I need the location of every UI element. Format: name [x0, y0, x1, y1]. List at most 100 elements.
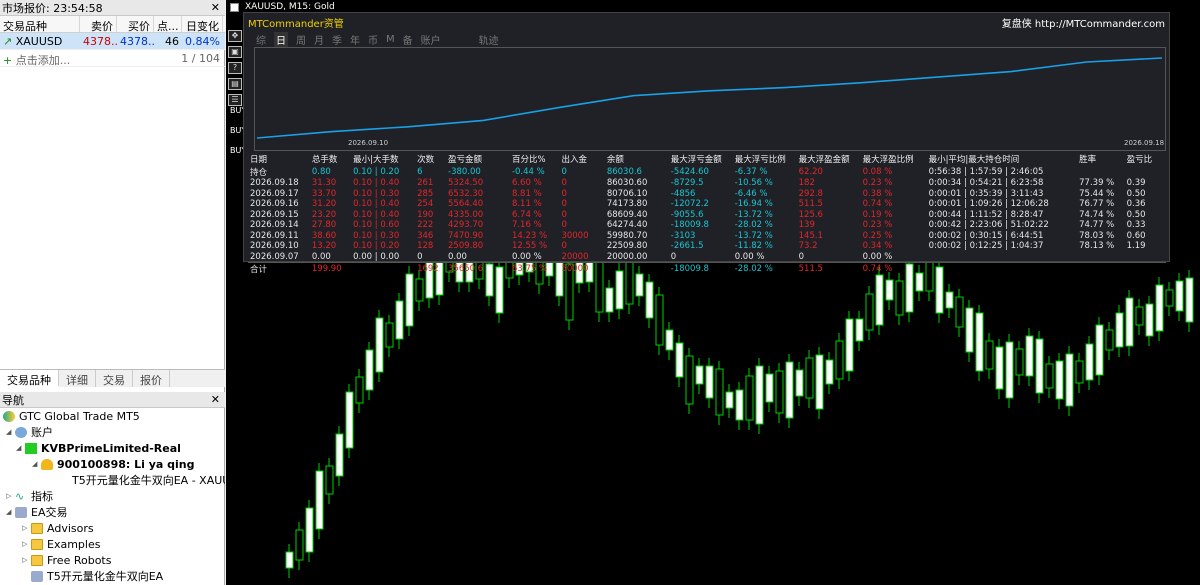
ask-value: 4378.... [120, 35, 154, 48]
expand-icon[interactable]: ▷ [22, 524, 31, 532]
expand-icon[interactable]: ▷ [6, 492, 15, 500]
candle-body [825, 359, 834, 385]
tree-indicators[interactable]: ▷ ∿ 指标 [0, 488, 225, 504]
stats-cell: 80706.10 [606, 188, 648, 199]
col-change[interactable]: 日变化 [182, 16, 223, 32]
stats-cell [1125, 252, 1166, 263]
panel-tab-1[interactable]: 日 [274, 31, 288, 47]
col-spread[interactable]: 点... [154, 16, 182, 32]
panel-tab-0[interactable]: 综 [256, 32, 266, 47]
stats-cell: 182 [798, 178, 815, 189]
stats-cell: 7470.90 [448, 230, 484, 241]
stats-cell: 0 [561, 167, 567, 177]
candle-body [815, 354, 824, 410]
stats-cell: 190 [417, 209, 434, 220]
tree-server[interactable]: ◢ KVBPrimeLimited-Real [0, 440, 225, 456]
stats-cell: 0:00:02 | 0:30:15 | 6:44:51 [928, 230, 1044, 241]
tree-folder-advisors[interactable]: ▷ Advisors [0, 520, 225, 536]
stats-cell: 20000.00 [606, 251, 648, 262]
table-tool-icon[interactable]: ▤ [228, 78, 242, 90]
collapse-icon[interactable]: ◢ [6, 428, 15, 436]
panel-tab-5[interactable]: 年 [350, 32, 360, 47]
candle-body [865, 293, 874, 331]
col-ask[interactable]: 买价 [117, 16, 154, 32]
tree-running-ea[interactable]: T5开元量化金牛双向EA - XAUU [0, 472, 225, 488]
panel-tab-7[interactable]: M [386, 34, 395, 45]
candle-body [655, 294, 664, 346]
col-bid[interactable]: 卖价 [80, 16, 117, 32]
expand-icon[interactable]: ▷ [22, 556, 31, 564]
stats-row: 2026.09.17 33.70 0.10 | 0.30 285 6532.30 8.81… [248, 189, 1166, 200]
candle-body [795, 369, 804, 397]
stats-cell: 2026.09.11 [250, 230, 299, 241]
tab-trading[interactable]: 交易 [96, 370, 133, 387]
tree-folder-examples[interactable]: ▷ Examples [0, 536, 225, 552]
collapse-icon[interactable]: ◢ [32, 460, 41, 468]
candle-body [1045, 363, 1054, 389]
cursor-tool-icon[interactable]: ▣ [228, 46, 242, 58]
panel-tab-2[interactable]: 周 [296, 32, 306, 47]
stats-cell: -3103 [670, 230, 696, 241]
panel-tab-6[interactable]: 币 [368, 32, 378, 47]
stats-cell: 0.74 % [862, 199, 893, 210]
close-icon[interactable]: ✕ [211, 1, 220, 14]
tab-ticks[interactable]: 报价 [133, 370, 170, 387]
collapse-icon[interactable]: ◢ [6, 508, 15, 516]
expand-icon[interactable]: ▷ [22, 540, 31, 548]
equity-date-start: 2026.09.10 [348, 139, 389, 147]
stats-cell: 74.77 % [1079, 220, 1115, 231]
stats-cell: 0.23 % [862, 220, 893, 231]
stats-col-8: 最大浮亏金额 [670, 155, 722, 165]
move-tool-icon[interactable]: ✥ [228, 30, 242, 42]
stats-cell: 0.36 [1126, 199, 1146, 210]
candle-body [325, 465, 334, 495]
panel-tab-3[interactable]: 月 [314, 32, 324, 47]
candle-body [1135, 306, 1144, 326]
tree-broker[interactable]: GTC Global Trade MT5 [0, 408, 225, 424]
candle-body [665, 329, 674, 351]
stats-cell: 62.20 [798, 167, 823, 177]
stats-cell: 31.30 [311, 178, 337, 189]
stats-cell: 73.2 [798, 241, 818, 252]
stats-cell: 0 [561, 241, 567, 252]
tab-details[interactable]: 详细 [59, 370, 96, 387]
stats-cell: 0.10 | 0.30 [353, 188, 400, 199]
stats-cell: 0.10 | 0.40 [353, 209, 400, 220]
stats-cell: 50000 [559, 261, 605, 275]
stats-cell: -4856 [670, 188, 696, 199]
stats-cell: 6 [417, 167, 423, 177]
panel-tab-4[interactable]: 季 [332, 32, 342, 47]
collapse-icon[interactable]: ◢ [16, 444, 25, 452]
stats-cell: 0.50 [1126, 188, 1146, 199]
symbol-row-xauusd[interactable]: ↗ XAUUSD 4378.... 4378.... 46 0.84% [0, 33, 225, 50]
stats-col-1: 总手数 [311, 155, 338, 165]
panel-tab-8[interactable]: 备 [403, 32, 413, 47]
tree-accounts[interactable]: ◢ 账户 [0, 424, 225, 440]
col-symbol[interactable]: 交易品种 [0, 16, 80, 32]
tree-folder-free-robots[interactable]: ▷ Free Robots [0, 552, 225, 568]
stats-cell: 2509.80 [448, 241, 484, 252]
stats-row: 2026.09.18 31.30 0.10 | 0.40 261 5324.50 6.60… [248, 178, 1166, 189]
stats-col-13: 胜率 [1079, 155, 1097, 165]
candle-body [615, 270, 624, 310]
stats-cell: -13.72 % [734, 209, 773, 220]
panel-tab-9[interactable]: 账户 [421, 32, 441, 47]
indicator-icon: ∿ [15, 489, 25, 503]
list-tool-icon[interactable]: ☰ [228, 94, 242, 106]
stats-cell: 0.34 % [862, 241, 893, 252]
stats-cell: 0 [561, 178, 567, 189]
add-symbol-row[interactable]: + 点击添加... 1 / 104 [0, 50, 225, 67]
panel-link[interactable]: 复盘侠 http://MTCommander.com [1002, 15, 1165, 30]
stats-cell: 0 [561, 220, 567, 231]
candle-body [735, 389, 744, 421]
close-icon[interactable]: ✕ [211, 393, 220, 406]
stats-cell: -2661.5 [670, 241, 704, 252]
help-tool-icon[interactable]: ? [228, 62, 242, 74]
panel-tab-10[interactable]: 轨迹 [479, 32, 499, 47]
tree-account-login[interactable]: ◢ 900100898: Li ya qing [0, 456, 225, 472]
tab-symbols[interactable]: 交易品种 [0, 370, 59, 387]
tree-expert-advisors[interactable]: ◢ EA交易 [0, 504, 225, 520]
tree-ea-file[interactable]: T5开元量化金牛双向EA [0, 568, 225, 584]
stats-cell: 0.08 % [862, 167, 893, 177]
stats-cell: 27.80 [311, 220, 337, 231]
